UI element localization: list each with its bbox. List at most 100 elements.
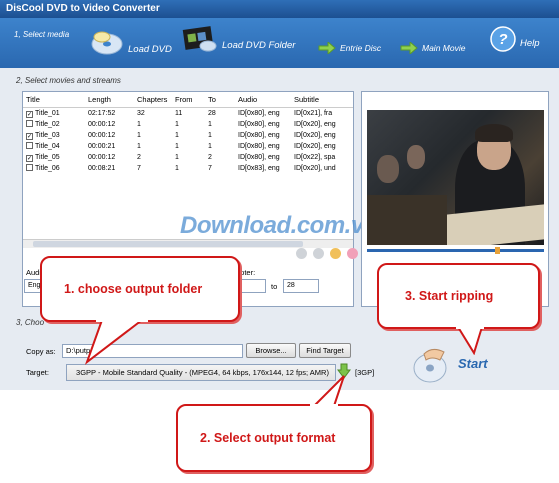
browse-button[interactable]: Browse...: [246, 343, 296, 358]
table-cell: ID[0x80], eng: [238, 121, 280, 128]
table-cell: 1: [208, 132, 212, 139]
table-cell: Title_02: [23, 119, 85, 130]
start-disc-icon: [413, 348, 447, 383]
chapter-from-field[interactable]: [240, 279, 266, 293]
table-cell: 32: [137, 110, 145, 117]
callout-choose-output-folder: 1. choose output folder: [40, 256, 240, 322]
help-button[interactable]: ? Help: [490, 26, 540, 52]
title-checkbox[interactable]: ✓: [26, 155, 33, 162]
table-cell: 1: [208, 143, 212, 150]
table-cell: ID[0x80], eng: [238, 154, 280, 161]
column-header-title[interactable]: Title: [23, 92, 85, 107]
seek-handle[interactable]: [495, 247, 500, 254]
video-seekbar[interactable]: [367, 247, 544, 254]
table-cell: 02:17:52: [88, 110, 116, 117]
main-movie-label: Main Movie: [422, 43, 466, 53]
title-checkbox[interactable]: ✓: [26, 111, 33, 118]
table-cell: 1: [175, 132, 179, 139]
find-target-button[interactable]: Find Target: [299, 343, 351, 358]
audio-label: Audi: [26, 268, 42, 277]
table-cell: ID[0x80], eng: [238, 132, 280, 139]
callout-pointer-2: [310, 375, 345, 408]
table-cell: 1: [175, 154, 179, 161]
table-cell: Title_06: [23, 163, 85, 174]
table-cell: 11: [175, 110, 183, 117]
title-checkbox[interactable]: [26, 120, 33, 127]
column-header-audio[interactable]: Audio: [235, 92, 291, 107]
to-label: to: [271, 282, 278, 291]
load-dvd-button[interactable]: Load DVD: [90, 24, 172, 58]
help-label: Help: [520, 37, 540, 49]
scrollbar-thumb[interactable]: [33, 241, 303, 247]
table-cell: ID[0x21], fra: [294, 110, 333, 117]
column-header-from[interactable]: From: [172, 92, 205, 107]
copy-as-label: Copy as:: [26, 347, 56, 356]
table-row[interactable]: Title_04 00:00:21 1 1 1 ID[0x80], eng ID[0x20]…: [23, 141, 353, 152]
step1-label: 1, Select media: [14, 30, 70, 39]
table-cell: ✓ Title_03: [26, 132, 60, 140]
table-cell: ✓ Title_01: [26, 110, 60, 118]
table-row[interactable]: Title_06 00:08:21 7 1 7 ID[0x83], eng ID[0x20]…: [23, 163, 353, 174]
table-cell: 00:00:12: [88, 132, 116, 139]
table-cell: 2: [137, 154, 141, 161]
table-cell: 2: [208, 154, 212, 161]
column-header-chapters[interactable]: Chapters: [134, 92, 172, 107]
start-label: Start: [458, 356, 488, 371]
title-checkbox[interactable]: [26, 142, 33, 149]
callout-pointer-3: [456, 325, 484, 355]
table-cell: 1: [175, 121, 179, 128]
table-row[interactable]: Title_02 00:00:12 1 1 1 ID[0x80], eng ID[0x20]…: [23, 119, 353, 130]
entire-disc-label: Entrie Disc: [340, 43, 382, 53]
column-header-to[interactable]: To: [205, 92, 235, 107]
table-cell: 00:00:12: [88, 154, 116, 161]
table-cell: 28: [208, 110, 216, 117]
chapter-to-field[interactable]: 28: [283, 279, 319, 293]
callout-start-ripping: 3. Start ripping: [377, 263, 540, 329]
table-body: ✓ Title_01 02:17:52 32 11 28 ID[0x80], eng ID[0…: [23, 108, 353, 174]
load-dvd-label: Load DVD: [128, 43, 172, 55]
table-cell: 00:00:12: [88, 121, 116, 128]
table-cell: ✓ Title_05: [26, 154, 60, 162]
svg-text:?: ?: [498, 31, 507, 48]
table-cell: 00:00:21: [88, 143, 116, 150]
table-cell: ID[0x22], spa: [294, 154, 336, 161]
arrow-right-icon: [318, 42, 336, 54]
column-header-subtitle[interactable]: Subtitle: [291, 92, 353, 107]
table-cell: 1: [137, 132, 141, 139]
step1-toolbar: 1, Select media Load DVD Load DVD Folder…: [0, 18, 559, 68]
table-row[interactable]: ✓ Title_03 00:00:12 1 1 1 ID[0x80], eng ID[0x20…: [23, 130, 353, 141]
help-icon: ?: [490, 26, 516, 52]
window-title: DisCool DVD to Video Converter: [0, 0, 559, 18]
target-label: Target:: [26, 368, 49, 377]
table-cell: ID[0x20], eng: [294, 121, 336, 128]
table-cell: 1: [137, 143, 141, 150]
entire-disc-option[interactable]: Entrie Disc: [318, 42, 381, 54]
table-cell: 1: [208, 121, 212, 128]
step3-label: 3, Choo: [16, 318, 45, 327]
video-frame[interactable]: [367, 110, 544, 245]
table-header: Title Length Chapters From To Audio Subt…: [23, 92, 353, 108]
table-cell: 7: [208, 165, 212, 172]
title-checkbox[interactable]: ✓: [26, 133, 33, 140]
table-cell: Title_04: [23, 141, 85, 152]
table-row[interactable]: ✓ Title_01 02:17:52 32 11 28 ID[0x80], eng ID[0…: [23, 108, 353, 119]
table-row[interactable]: ✓ Title_05 00:00:12 2 1 2 ID[0x80], eng ID[0x22…: [23, 152, 353, 163]
table-cell: 1: [137, 121, 141, 128]
load-dvd-folder-label: Load DVD Folder: [222, 39, 296, 51]
table-cell: 00:08:21: [88, 165, 116, 172]
load-dvd-folder-button[interactable]: Load DVD Folder: [180, 24, 295, 54]
title-checkbox[interactable]: [26, 164, 33, 171]
table-cell: 1: [175, 143, 179, 150]
table-cell: ID[0x83], eng: [238, 165, 280, 172]
table-cell: 1: [175, 165, 179, 172]
horizontal-scrollbar[interactable]: [23, 239, 353, 248]
table-cell: ID[0x80], eng: [238, 110, 280, 117]
watermark: Download.com.vn: [180, 212, 378, 239]
main-movie-option[interactable]: Main Movie: [400, 42, 465, 54]
step2-label: 2, Select movies and streams: [16, 76, 121, 85]
table-cell: ID[0x20], eng: [294, 143, 336, 150]
column-header-length[interactable]: Length: [85, 92, 134, 107]
table-cell: ID[0x20], und: [294, 165, 336, 172]
table-cell: ID[0x80], eng: [238, 143, 280, 150]
target-format-select[interactable]: 3GPP - Mobile Standard Quality - (MPEG4,…: [66, 364, 336, 381]
